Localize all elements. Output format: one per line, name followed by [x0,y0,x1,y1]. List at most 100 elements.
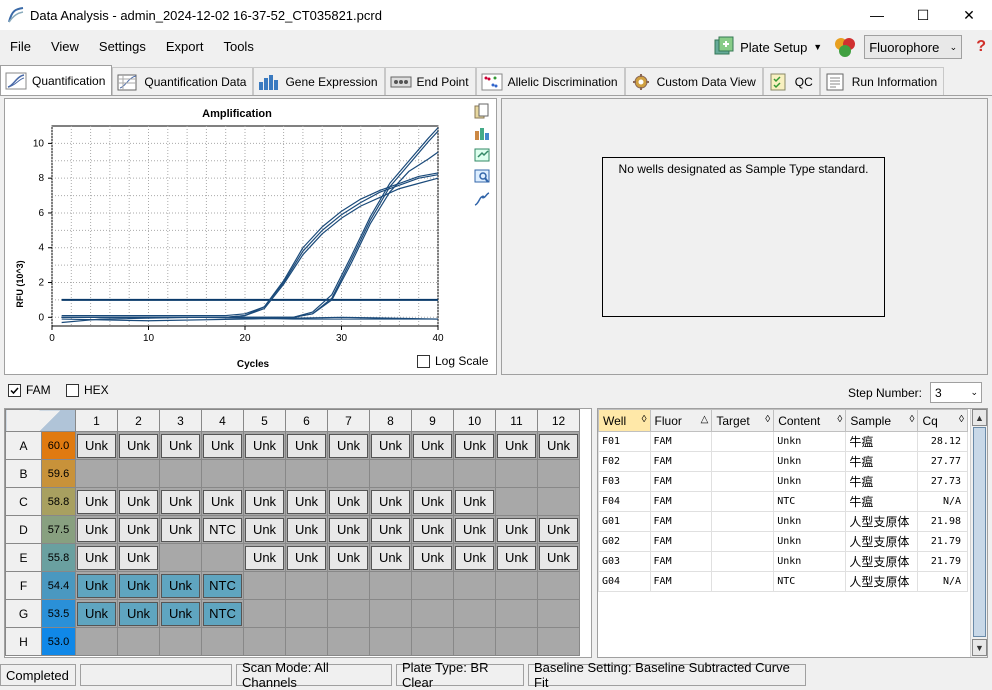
menu-view[interactable]: View [41,30,89,64]
plate-well[interactable] [537,599,580,628]
plate-column-header[interactable]: 8 [369,409,412,432]
close-button[interactable]: ✕ [946,0,992,30]
results-column-header[interactable]: Fluor △ [649,409,713,432]
plate-column-header[interactable]: 6 [285,409,328,432]
plate-well[interactable] [495,571,538,600]
plate-well[interactable]: Unk [285,543,328,572]
table-row[interactable]: F04 FAM NTC 牛瘟 N/A [598,491,968,512]
plate-well[interactable] [285,599,328,628]
tab-end-point[interactable]: End Point [384,67,476,95]
plate-well[interactable] [159,543,202,572]
table-row[interactable]: F03 FAM Unkn 牛瘟 27.73 [598,471,968,492]
plate-well[interactable]: Unk [117,431,160,460]
results-column-header[interactable]: Sample ◊ [845,409,919,432]
plate-column-header[interactable]: 5 [243,409,286,432]
plate-well[interactable] [453,571,496,600]
plate-well[interactable]: Unk [495,515,538,544]
sort-icon[interactable]: ◊ [959,414,964,425]
tab-run-information[interactable]: Run Information [819,67,945,95]
table-row[interactable]: G01 FAM Unkn 人型支原体 21.98 [598,511,968,532]
vertical-scrollbar[interactable]: ▲ ▼ [970,409,987,657]
plate-well[interactable] [285,571,328,600]
plate-well[interactable] [411,599,454,628]
plate-row-header[interactable]: A [5,431,42,460]
plate-well[interactable]: Unk [243,543,286,572]
plate-well[interactable] [495,459,538,488]
menu-file[interactable]: File [0,30,41,64]
plate-well[interactable]: Unk [159,599,202,628]
sort-icon[interactable]: ◊ [910,414,915,425]
plate-well[interactable]: Unk [411,543,454,572]
plate-well[interactable]: Unk [75,571,118,600]
plate-column-header[interactable]: 2 [117,409,160,432]
tab-allelic-discrimination[interactable]: Allelic Discrimination [475,67,625,95]
plate-well[interactable]: Unk [75,487,118,516]
plate-well[interactable]: Unk [327,515,370,544]
scroll-down-icon[interactable]: ▼ [972,639,987,656]
plate-column-header[interactable]: 4 [201,409,244,432]
table-row[interactable]: G02 FAM Unkn 人型支原体 21.79 [598,531,968,552]
tab-custom-data-view[interactable]: Custom Data View [624,67,763,95]
results-column-header[interactable]: Content ◊ [773,409,847,432]
table-row[interactable]: F02 FAM Unkn 牛瘟 27.77 [598,451,968,472]
amplification-chart[interactable]: Amplification RFU (10^3) Cycles 0 10 20 30 4… [5,99,496,374]
plate-well[interactable] [159,627,202,656]
plate-row-header[interactable]: H [5,627,42,656]
plate-well[interactable]: Unk [411,515,454,544]
plate-row-header[interactable]: G [5,599,42,628]
plate-well[interactable] [537,459,580,488]
plate-well[interactable]: Unk [75,431,118,460]
plate-well[interactable] [453,599,496,628]
fam-checkbox[interactable] [8,383,21,397]
plate-well[interactable]: Unk [117,515,160,544]
sort-icon[interactable]: ◊ [765,414,770,425]
zoom-chart-icon[interactable] [474,169,490,185]
tab-quantification[interactable]: Quantification [0,65,113,95]
plate-column-header[interactable]: 7 [327,409,370,432]
plate-well[interactable]: Unk [75,599,118,628]
help-icon[interactable]: ? [976,38,986,56]
menu-tools[interactable]: Tools [213,30,263,64]
plate-well[interactable] [117,459,160,488]
plate-well[interactable] [117,627,160,656]
plate-well[interactable]: Unk [243,431,286,460]
sort-icon[interactable]: ◊ [642,414,647,425]
plate-well[interactable]: Unk [453,515,496,544]
plate-column-header[interactable]: 10 [453,409,496,432]
maximize-button[interactable]: ☐ [900,0,946,30]
plate-well[interactable]: Unk [201,431,244,460]
copy-icon[interactable] [474,103,490,119]
scroll-up-icon[interactable]: ▲ [972,409,987,426]
plate-well[interactable] [537,487,580,516]
plate-row-header[interactable]: D [5,515,42,544]
plate-well[interactable] [369,571,412,600]
plate-well[interactable] [75,627,118,656]
plate-well[interactable]: Unk [369,515,412,544]
plate-column-header[interactable]: 12 [537,409,580,432]
plate-well[interactable] [243,459,286,488]
plate-well[interactable] [495,487,538,516]
plate-well[interactable]: Unk [75,515,118,544]
plate-column-header[interactable]: 3 [159,409,202,432]
plate-well[interactable]: Unk [411,487,454,516]
plate-well[interactable] [327,599,370,628]
menu-export[interactable]: Export [156,30,214,64]
plate-well[interactable] [201,543,244,572]
plate-well[interactable]: Unk [159,431,202,460]
fluorophore-color-icon[interactable] [832,35,858,59]
plate-column-header[interactable]: 1 [75,409,118,432]
plate-well[interactable]: Unk [537,515,580,544]
plate-well[interactable]: Unk [495,431,538,460]
plate-well[interactable]: Unk [285,487,328,516]
plate-well[interactable]: Unk [327,431,370,460]
plate-well[interactable]: Unk [453,431,496,460]
fluorophore-select[interactable]: Fluorophore ⌄ [864,35,963,59]
plate-well[interactable]: Unk [537,431,580,460]
plate-well[interactable]: Unk [495,543,538,572]
plate-well[interactable]: NTC [201,515,244,544]
curve-fit-icon[interactable] [474,191,490,207]
plate-well[interactable]: Unk [369,487,412,516]
plate-well[interactable]: Unk [243,487,286,516]
plate-well[interactable] [243,599,286,628]
plate-well[interactable] [243,627,286,656]
